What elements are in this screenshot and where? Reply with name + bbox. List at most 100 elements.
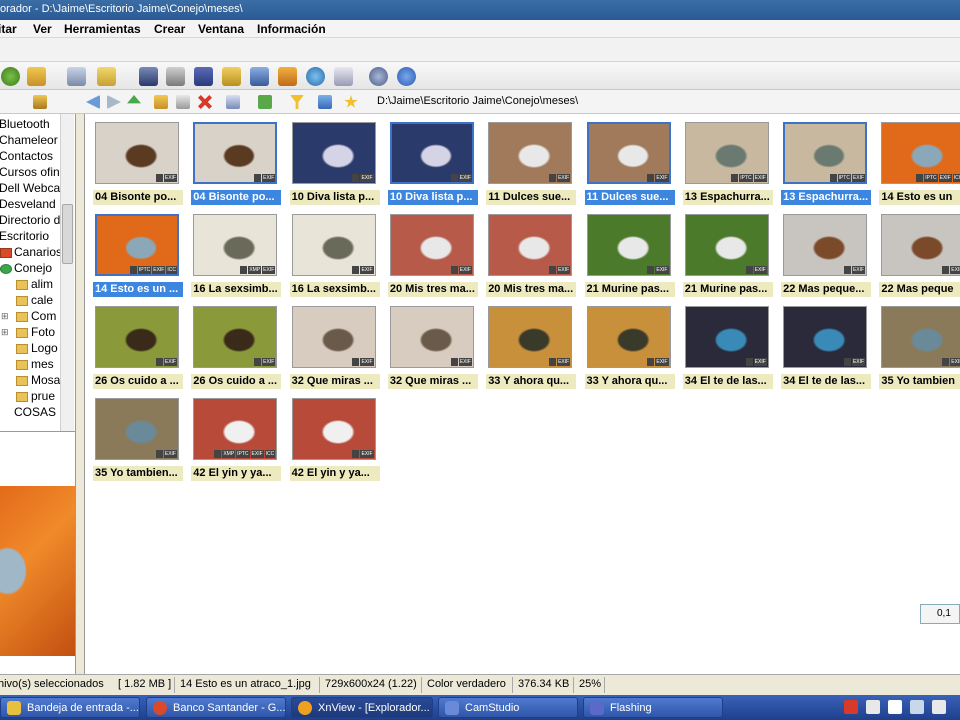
rename-icon[interactable] bbox=[176, 95, 190, 109]
scanner-icon[interactable] bbox=[194, 67, 213, 86]
menu-window[interactable]: Ventana bbox=[198, 22, 244, 36]
up-icon[interactable] bbox=[127, 95, 141, 104]
expand-icon[interactable]: ⊞ bbox=[1, 327, 9, 338]
sort-icon[interactable] bbox=[258, 95, 272, 109]
thumbnail-item[interactable]: EXIF 34 El te de las... bbox=[679, 302, 773, 390]
tree-item-desvelando[interactable]: Desveland bbox=[0, 197, 56, 211]
menu-create[interactable]: Crear bbox=[154, 22, 185, 36]
task-flashing[interactable]: Flashing bbox=[583, 697, 723, 718]
tray-icon[interactable] bbox=[932, 700, 946, 714]
tree-item-prue[interactable]: prue bbox=[31, 389, 55, 403]
metadata-tags: EXIF bbox=[352, 174, 374, 182]
presentation-icon[interactable] bbox=[278, 67, 297, 86]
tree-item-chameleon[interactable]: Chameleor bbox=[0, 133, 58, 147]
network-icon[interactable] bbox=[866, 700, 880, 714]
expand-icon[interactable]: ⊞ bbox=[1, 311, 9, 322]
view-icon[interactable] bbox=[67, 67, 86, 86]
menu-view[interactable]: Ver bbox=[33, 22, 52, 36]
slideshow-icon[interactable] bbox=[222, 67, 241, 86]
favorites-star-icon[interactable] bbox=[344, 95, 358, 108]
tree-item-com[interactable]: Com bbox=[31, 309, 56, 323]
refresh-icon[interactable] bbox=[1, 67, 20, 86]
thumbnail-item[interactable]: EXIF 11 Dulces sue... bbox=[482, 118, 577, 206]
tree-item-cale[interactable]: cale bbox=[31, 293, 53, 307]
antivirus-icon[interactable] bbox=[844, 700, 858, 714]
task-inbox[interactable]: Bandeja de entrada -... bbox=[0, 697, 140, 718]
window-title: orador - D:\Jaime\Escritorio Jaime\Conej… bbox=[0, 3, 243, 15]
metadata-tag: XMP bbox=[222, 450, 236, 458]
thumbnail-item[interactable]: EXIF 22 Mas peque bbox=[875, 210, 960, 298]
filter-icon[interactable] bbox=[290, 95, 304, 109]
thumbnail-item[interactable]: EXIF 20 Mis tres ma... bbox=[482, 210, 577, 298]
thumbnail-item[interactable]: EXIF 34 El te de las... bbox=[777, 302, 872, 390]
grid-icon[interactable] bbox=[334, 67, 353, 86]
back-icon[interactable] bbox=[86, 95, 100, 109]
tree-item-contactos[interactable]: Contactos bbox=[0, 149, 53, 163]
thumbnail-item[interactable]: EXIF 26 Os cuido a ... bbox=[187, 302, 282, 390]
print-icon[interactable] bbox=[166, 67, 185, 86]
screen-icon[interactable] bbox=[250, 67, 269, 86]
tree-item-cursos[interactable]: Cursos ofin bbox=[0, 165, 60, 179]
tree-item-alim[interactable]: alim bbox=[31, 277, 53, 291]
thumbnail-item[interactable]: EXIF 11 Dulces sue... bbox=[581, 118, 675, 206]
thumbnail-item[interactable]: XMP EXIF 16 La sexsimb... bbox=[187, 210, 282, 298]
thumbnail-item[interactable]: EXIF 21 Murine pas... bbox=[581, 210, 675, 298]
tree-item-directorio[interactable]: Directorio d bbox=[0, 213, 60, 227]
tree-item-bluetooth[interactable]: Bluetooth bbox=[0, 117, 50, 131]
task-xnview[interactable]: XnView - [Explorador... bbox=[291, 697, 433, 718]
tree-item-dell-webcam[interactable]: Dell Webca bbox=[0, 181, 60, 195]
sync-icon[interactable] bbox=[318, 95, 332, 109]
mini-panel[interactable]: 0,1 bbox=[920, 604, 960, 624]
thumbnail-item[interactable]: EXIF 35 Yo tambien bbox=[875, 302, 960, 390]
thumbnail-item[interactable]: EXIF 04 Bisonte po... bbox=[187, 118, 282, 206]
tree-item-conejo[interactable]: Conejo bbox=[14, 261, 52, 275]
delete-icon[interactable] bbox=[198, 95, 212, 109]
new-folder-icon[interactable] bbox=[154, 95, 168, 109]
thumbnail-item[interactable]: IPTCEXIFICC 14 Esto es un bbox=[875, 118, 960, 206]
view-mode-icon[interactable] bbox=[226, 95, 240, 109]
menu-edit[interactable]: itar bbox=[0, 22, 17, 36]
thumbnail-item[interactable]: EXIF 10 Diva lista p... bbox=[286, 118, 380, 206]
tree-scroll-thumb[interactable] bbox=[62, 204, 73, 264]
thumbnail-item[interactable]: EXIF 22 Mas peque... bbox=[777, 210, 872, 298]
thumbnail-item[interactable]: EXIF 42 El yin y ya... bbox=[286, 394, 380, 482]
thumbnail-item[interactable]: EXIF 26 Os cuido a ... bbox=[89, 302, 183, 390]
thumbnail-item[interactable]: IPTC EXIF ICC 14 Esto es un ... bbox=[89, 210, 183, 298]
thumbnail-item[interactable]: EXIF 32 Que miras ... bbox=[384, 302, 478, 390]
binoculars-icon[interactable] bbox=[139, 67, 158, 86]
task-browser[interactable]: Banco Santander - G... bbox=[146, 697, 286, 718]
thumbnail-item[interactable]: EXIF 33 Y ahora qu... bbox=[482, 302, 577, 390]
thumbnail-item[interactable]: EXIF 16 La sexsimb... bbox=[286, 210, 380, 298]
tree-item-cosas[interactable]: COSAS bbox=[14, 405, 56, 419]
tree-item-fotos[interactable]: Foto bbox=[31, 325, 55, 339]
tree-item-canarios[interactable]: Canarios bbox=[14, 245, 62, 259]
tree-item-meses[interactable]: mes bbox=[31, 357, 54, 371]
folder-icon[interactable] bbox=[33, 95, 47, 109]
thumbnail-item[interactable]: EXIF 04 Bisonte po... bbox=[89, 118, 183, 206]
thumbnail-item[interactable]: EXIF 20 Mis tres ma... bbox=[384, 210, 478, 298]
tree-item-escritorio[interactable]: Escritorio bbox=[0, 229, 49, 243]
thumbnail-item[interactable]: EXIF 10 Diva lista p... bbox=[384, 118, 478, 206]
address-path[interactable]: D:\Jaime\Escritorio Jaime\Conejo\meses\ bbox=[377, 95, 578, 107]
forward-icon[interactable] bbox=[107, 95, 121, 109]
volume-icon[interactable] bbox=[910, 700, 924, 714]
task-camstudio[interactable]: CamStudio bbox=[438, 697, 578, 718]
menu-information[interactable]: Información bbox=[257, 22, 326, 36]
tree-item-logo[interactable]: Logo bbox=[31, 341, 58, 355]
copy-icon[interactable] bbox=[97, 67, 116, 86]
thumbnail-item[interactable]: EXIF 32 Que miras ... bbox=[286, 302, 380, 390]
pen-icon[interactable] bbox=[888, 700, 902, 714]
web-icon[interactable] bbox=[306, 67, 325, 86]
thumbnail-item[interactable]: EXIF 35 Yo tambien... bbox=[89, 394, 183, 482]
thumbnail-item[interactable]: EXIF 33 Y ahora qu... bbox=[581, 302, 675, 390]
settings-icon[interactable] bbox=[369, 67, 388, 86]
browse-icon[interactable] bbox=[27, 67, 46, 86]
thumbnail-item[interactable]: XMP IPTC EXIF ICC 42 El yin y ya... bbox=[187, 394, 282, 482]
thumbnail-item[interactable]: IPTC EXIF 13 Espachurra... bbox=[777, 118, 872, 206]
menu-tools[interactable]: Herramientas bbox=[64, 22, 141, 36]
thumbnail-item[interactable]: EXIF 21 Murine pas... bbox=[679, 210, 773, 298]
info-icon[interactable] bbox=[397, 67, 416, 86]
tree-scrollbar[interactable] bbox=[60, 114, 74, 431]
thumbnail-item[interactable]: IPTC EXIF 13 Espachurra... bbox=[679, 118, 773, 206]
tree-item-mosa[interactable]: Mosa bbox=[31, 373, 60, 387]
